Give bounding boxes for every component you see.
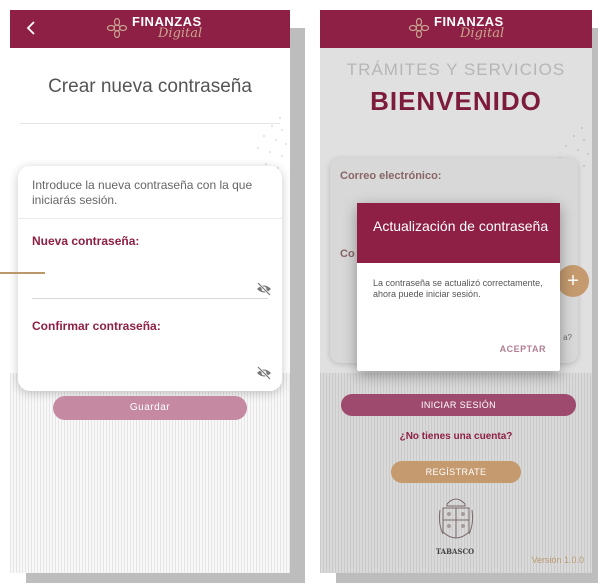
login-button[interactable]: INICIAR SESIÓN: [341, 394, 576, 416]
phone-screen-new-password: FINANZAS Digital Crear nueva contraseña …: [10, 10, 290, 573]
chevron-left-icon: [26, 21, 35, 35]
app-header: FINANZAS Digital: [320, 10, 592, 48]
password-updated-dialog: Actualización de contraseña La contraseñ…: [357, 203, 560, 371]
no-account-link[interactable]: ¿No tienes una cuenta?: [320, 431, 592, 442]
new-password-underline: [32, 298, 268, 299]
form-divider: [18, 218, 282, 219]
logo-script: Digital: [460, 26, 505, 41]
title-divider: [20, 123, 280, 124]
phone-screen-login: FINANZAS Digital TRÁMITES Y SERVICIOS BI…: [320, 10, 592, 573]
dialog-title: Actualización de contraseña: [373, 218, 549, 234]
password-form-card: Introduce la nueva contraseña con la que…: [18, 166, 282, 391]
confirm-password-input[interactable]: [32, 344, 268, 374]
screenshot-composite: FINANZAS Digital Crear nueva contraseña …: [0, 0, 602, 585]
crest-label: TABASCO: [435, 547, 475, 556]
page-title: Crear nueva contraseña: [48, 76, 252, 97]
logo-script: Digital: [158, 26, 203, 41]
annotation-line: [0, 272, 45, 274]
eye-off-icon[interactable]: [256, 366, 272, 380]
accept-button[interactable]: ACEPTAR: [500, 344, 546, 354]
eye-off-icon[interactable]: [256, 282, 272, 296]
flower-emblem-icon: [408, 17, 430, 39]
flower-emblem-icon: [106, 17, 128, 39]
tabasco-crest-icon: [438, 498, 474, 539]
version-label: Versión 1.0.0: [531, 555, 584, 565]
finanzas-digital-logo: FINANZAS Digital: [106, 13, 216, 47]
dialog-header: Actualización de contraseña: [357, 203, 560, 263]
new-password-label: Nueva contraseña:: [32, 234, 140, 248]
add-button[interactable]: +: [557, 265, 589, 297]
plus-icon: +: [567, 270, 579, 292]
register-button[interactable]: REGÍSTRATE: [391, 461, 521, 483]
save-button[interactable]: Guardar: [53, 396, 247, 420]
new-password-input[interactable]: [32, 264, 268, 294]
back-button[interactable]: [22, 18, 40, 38]
app-header: FINANZAS Digital: [10, 10, 290, 48]
dialog-message: La contraseña se actualizó correctamente…: [373, 278, 543, 299]
finanzas-digital-logo: FINANZAS Digital: [408, 13, 518, 47]
confirm-password-label: Confirmar contraseña:: [32, 319, 161, 333]
form-intro-text: Introduce la nueva contraseña con la que…: [32, 178, 253, 207]
